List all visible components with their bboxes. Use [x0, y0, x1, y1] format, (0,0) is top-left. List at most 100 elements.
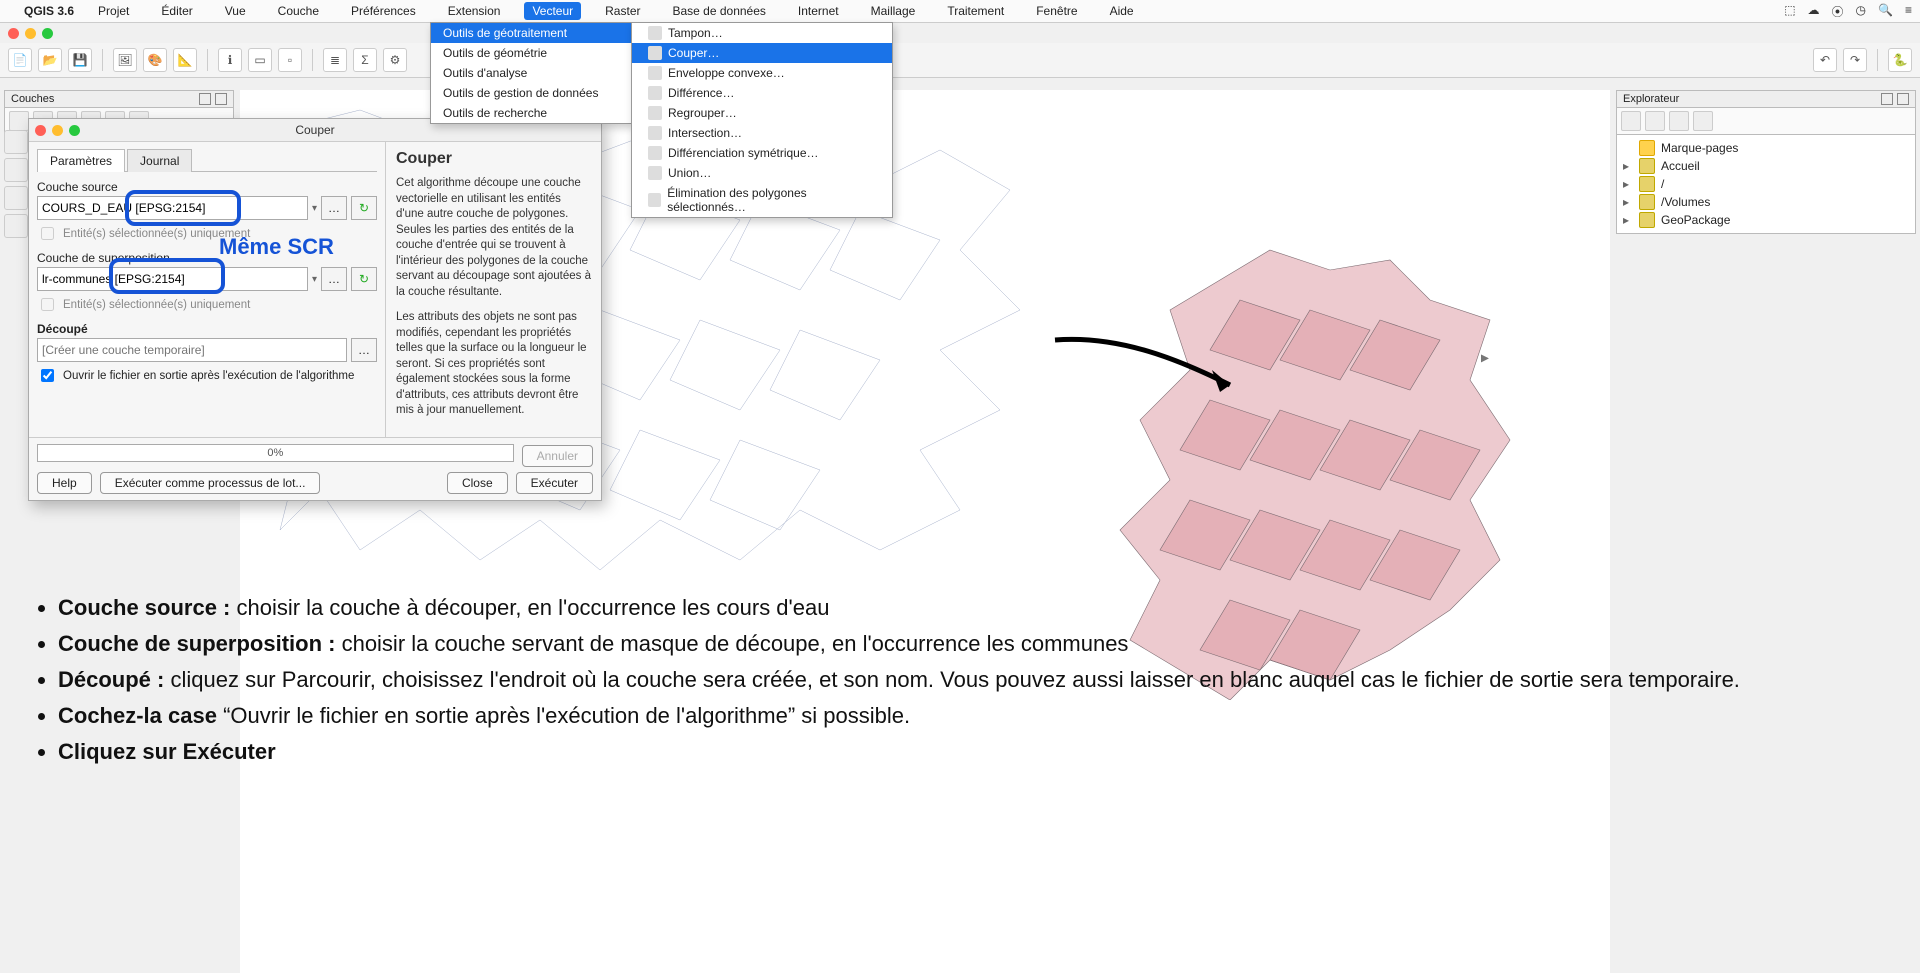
search-icon[interactable]: 🔍	[1878, 3, 1893, 20]
menu-maillage[interactable]: Maillage	[863, 2, 924, 20]
toolbar-separator	[312, 49, 313, 71]
submenu-convexe[interactable]: Enveloppe convexe…	[632, 63, 892, 83]
close-button[interactable]: Close	[447, 472, 508, 494]
folder-icon	[1639, 176, 1655, 192]
tree-caret: ▸	[1623, 177, 1633, 191]
submenu-intersection[interactable]: Intersection…	[632, 123, 892, 143]
wms-source-button[interactable]	[4, 214, 28, 238]
tab-journal[interactable]: Journal	[127, 149, 192, 172]
submenu-elimination[interactable]: Élimination des polygones sélectionnés…	[632, 183, 892, 217]
maximize-icon[interactable]	[42, 28, 53, 39]
menu-editer[interactable]: Éditer	[153, 2, 200, 20]
save-project-button[interactable]: 💾	[68, 48, 92, 72]
instruction-2-text: choisir la couche servant de masque de d…	[342, 631, 1129, 656]
input-couche-superposition[interactable]	[37, 267, 308, 291]
select-button[interactable]: ▭	[248, 48, 272, 72]
menu-geometrie[interactable]: Outils de géométrie▶	[431, 43, 631, 63]
panel-close-icon[interactable]	[1897, 93, 1909, 105]
checkbox-open-after[interactable]: Ouvrir le fichier en sortie après l'exéc…	[37, 366, 377, 385]
input-output[interactable]	[37, 338, 347, 362]
browse-output-button[interactable]: …	[351, 338, 377, 362]
attributes-button[interactable]: ≣	[323, 48, 347, 72]
eliminate-icon	[648, 193, 661, 207]
new-project-button[interactable]: 📄	[8, 48, 32, 72]
run-batch-button[interactable]: Exécuter comme processus de lot...	[100, 472, 321, 494]
menu-preferences[interactable]: Préférences	[343, 2, 424, 20]
submenu-difference[interactable]: Différence…	[632, 83, 892, 103]
tree-row-marque-pages[interactable]: Marque-pages	[1623, 139, 1909, 157]
panel-close-icon[interactable]	[215, 93, 227, 105]
tree-label: Accueil	[1661, 159, 1700, 173]
menu-analyse-label: Outils d'analyse	[443, 66, 527, 80]
redo-button[interactable]: ↷	[1843, 48, 1867, 72]
iterate-overlay-button[interactable]: ↻	[351, 267, 377, 291]
vector-source-button[interactable]	[4, 130, 28, 154]
app-name: QGIS 3.6	[24, 4, 74, 18]
dialog-title: Couper	[29, 123, 601, 137]
style-layer-button[interactable]	[9, 111, 29, 131]
submenu-tampon[interactable]: Tampon…	[632, 23, 892, 43]
menu-bdd[interactable]: Base de données	[664, 2, 773, 20]
style-button[interactable]: 🎨	[143, 48, 167, 72]
browse-source-button[interactable]: …	[321, 196, 347, 220]
menu-geometrie-label: Outils de géométrie	[443, 46, 547, 60]
calc-button[interactable]: Σ	[353, 48, 377, 72]
browse-overlay-button[interactable]: …	[321, 267, 347, 291]
menu-analyse[interactable]: Outils d'analyse▶	[431, 63, 631, 83]
processing-button[interactable]: ⚙	[383, 48, 407, 72]
raster-source-button[interactable]	[4, 158, 28, 182]
filter-button[interactable]	[1645, 111, 1665, 131]
collapse-all-button[interactable]	[1669, 111, 1689, 131]
submenu-union[interactable]: Union…	[632, 163, 892, 183]
deselect-button[interactable]: ▫	[278, 48, 302, 72]
panel-dock-icon[interactable]	[199, 93, 211, 105]
menu-vue[interactable]: Vue	[217, 2, 254, 20]
dropdown-icon[interactable]: ▾	[312, 203, 317, 214]
properties-button[interactable]	[1693, 111, 1713, 131]
menu-couche[interactable]: Couche	[270, 2, 327, 20]
tree-row-volumes[interactable]: ▸/Volumes	[1623, 193, 1909, 211]
menu-vecteur[interactable]: Vecteur	[524, 2, 581, 20]
dropbox-icon: ⬚	[1784, 3, 1795, 20]
measure-button[interactable]: 📐	[173, 48, 197, 72]
submenu-symdiff[interactable]: Différenciation symétrique…	[632, 143, 892, 163]
checkbox-overlay-selected-only[interactable]: Entité(s) sélectionnée(s) uniquement	[37, 295, 377, 314]
mac-menu-bar: QGIS 3.6 Projet Éditer Vue Couche Préfér…	[0, 0, 1920, 23]
input-couche-source[interactable]	[37, 196, 308, 220]
explorer-tree[interactable]: Marque-pages ▸Accueil ▸/ ▸/Volumes ▸GeoP…	[1616, 135, 1916, 234]
submenu-regrouper[interactable]: Regrouper…	[632, 103, 892, 123]
open-project-button[interactable]: 📂	[38, 48, 62, 72]
menu-aide[interactable]: Aide	[1102, 2, 1142, 20]
checkbox-open-after-input[interactable]	[41, 369, 54, 382]
tree-row-geopackage[interactable]: ▸GeoPackage	[1623, 211, 1909, 229]
refresh-button[interactable]	[1621, 111, 1641, 131]
undo-button[interactable]: ↶	[1813, 48, 1837, 72]
identify-button[interactable]: ℹ	[218, 48, 242, 72]
menu-raster[interactable]: Raster	[597, 2, 648, 20]
dropdown-icon[interactable]: ▾	[312, 274, 317, 285]
minimize-icon[interactable]	[25, 28, 36, 39]
close-icon[interactable]	[8, 28, 19, 39]
tree-row-accueil[interactable]: ▸Accueil	[1623, 157, 1909, 175]
menu-internet[interactable]: Internet	[790, 2, 847, 20]
menu-projet[interactable]: Projet	[90, 2, 137, 20]
instruction-5-bold: Cliquez sur Exécuter	[58, 739, 276, 764]
menu-traitement[interactable]: Traitement	[939, 2, 1012, 20]
help-button[interactable]: Help	[37, 472, 92, 494]
menu-gestion-donnees[interactable]: Outils de gestion de données▶	[431, 83, 631, 103]
python-console-button[interactable]: 🐍	[1888, 48, 1912, 72]
menu-fenetre[interactable]: Fenêtre	[1028, 2, 1085, 20]
panel-dock-icon[interactable]	[1881, 93, 1893, 105]
menu-geotraitement[interactable]: Outils de géotraitement▶	[431, 23, 631, 43]
menu-recherche[interactable]: Outils de recherche▶	[431, 103, 631, 123]
tab-parametres[interactable]: Paramètres	[37, 149, 125, 172]
datasource-toolbar	[4, 130, 28, 238]
submenu-couper[interactable]: Couper…	[632, 43, 892, 63]
run-button[interactable]: Exécuter	[516, 472, 593, 494]
menu-extra-icon[interactable]: ≡	[1905, 3, 1912, 20]
tree-row-root[interactable]: ▸/	[1623, 175, 1909, 193]
layout-button[interactable]: 🖼	[113, 48, 137, 72]
iterate-source-button[interactable]: ↻	[351, 196, 377, 220]
menu-extension[interactable]: Extension	[440, 2, 509, 20]
db-source-button[interactable]	[4, 186, 28, 210]
